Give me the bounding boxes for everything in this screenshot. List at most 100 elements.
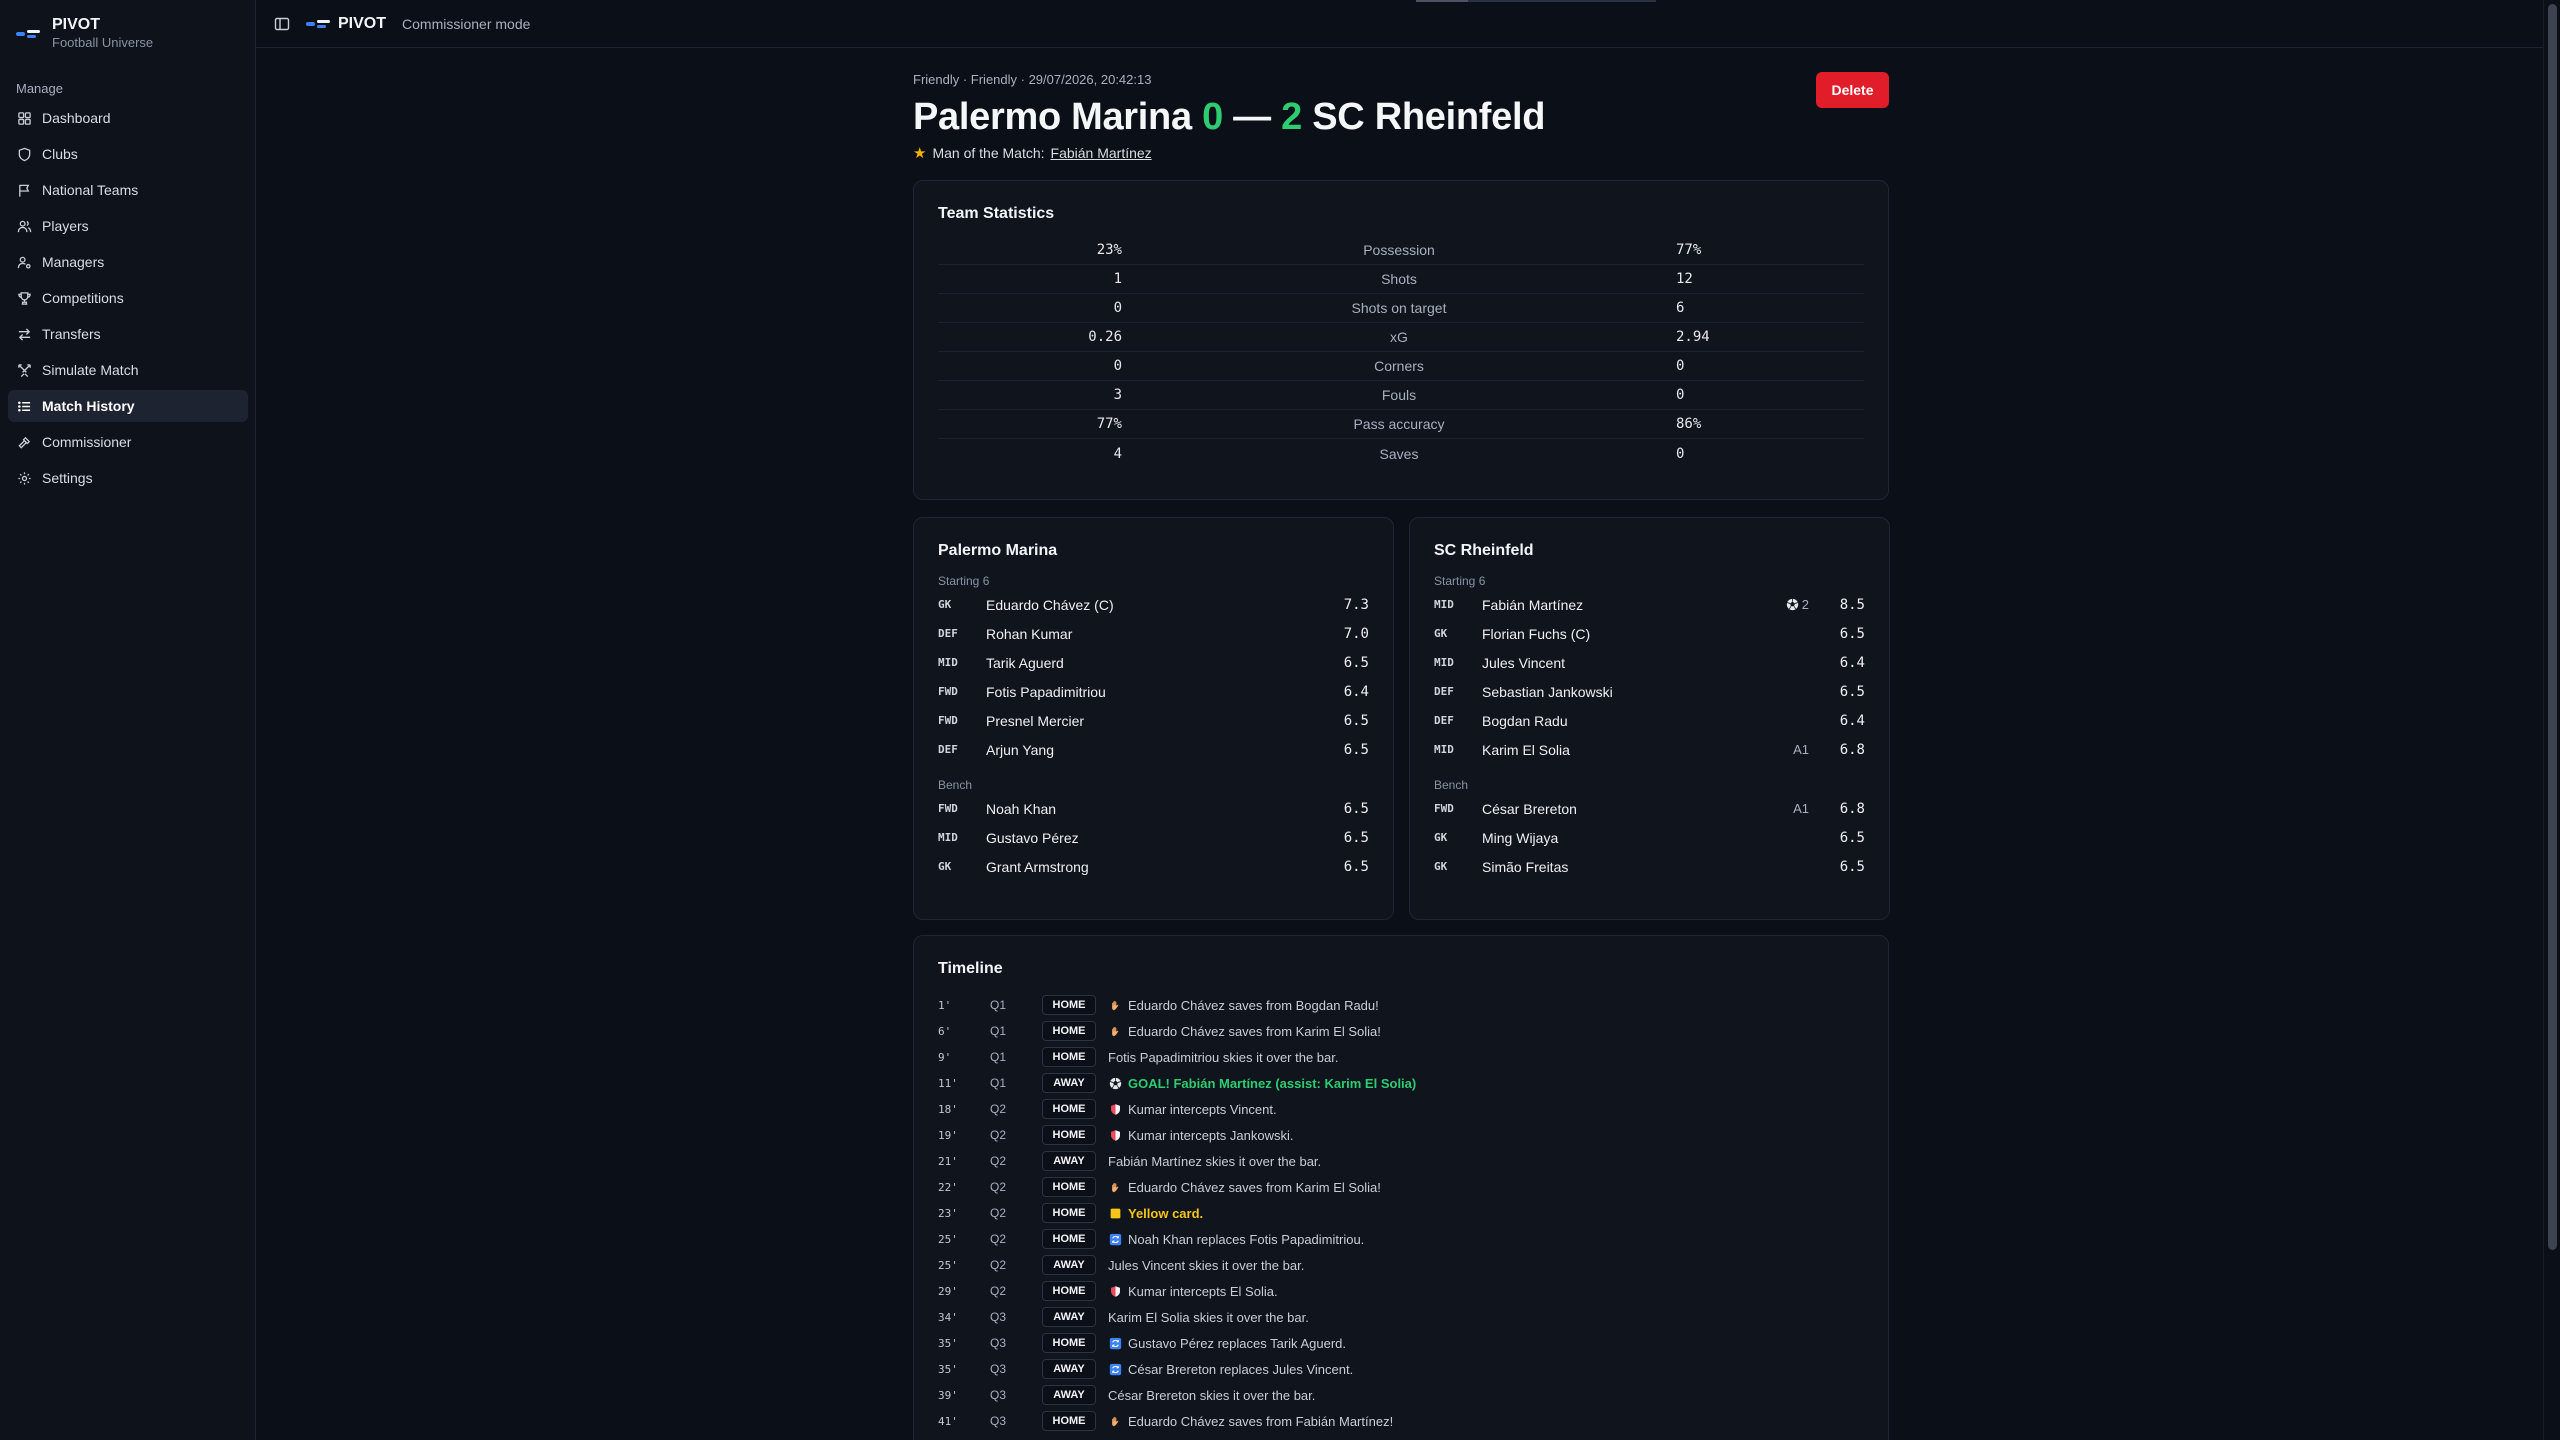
timeline-list: 1' Q1 HOME Eduardo Chávez saves from Bogdan… — [938, 992, 1864, 1434]
event-side-badge: HOME — [1042, 1177, 1096, 1197]
home-team-name: Palermo Marina — [913, 96, 1192, 138]
bench-label: Bench — [1434, 778, 1469, 792]
player-position: DEF — [938, 627, 958, 640]
player-rating: 6.4 — [1839, 712, 1865, 729]
player-position: MID — [938, 831, 958, 844]
motm-player-link[interactable]: Fabián Martínez — [1051, 145, 1152, 161]
scrollbar[interactable] — [2543, 0, 2560, 1440]
sidebar-item-match-history[interactable]: Match History — [8, 390, 248, 422]
home-lineup-title: Palermo Marina — [938, 542, 1058, 559]
player-position: MID — [938, 656, 958, 669]
ball-icon — [1108, 1076, 1122, 1090]
timeline-event: 22' Q2 HOME Eduardo Chávez saves from Karim… — [938, 1174, 1864, 1200]
player-row[interactable]: MID Tarik Aguerd 6.5 — [938, 648, 1369, 677]
scrollbar-thumb[interactable] — [2548, 4, 2557, 1250]
player-row[interactable]: FWD César Brereton A1 6.8 — [1434, 794, 1865, 823]
player-name: Ming Wijaya — [1482, 829, 1559, 846]
event-side-badge: AWAY — [1042, 1073, 1096, 1093]
topbar: PIVOT Commissioner mode — [256, 0, 2543, 48]
player-name: Florian Fuchs (C) — [1482, 625, 1591, 642]
sidebar-item-competitions[interactable]: Competitions — [8, 282, 248, 314]
event-description: Gustavo Pérez replaces Tarik Aguerd. — [1108, 1336, 1346, 1351]
event-minute: 41' — [938, 1414, 958, 1428]
sidebar-item-commissioner[interactable]: Commissioner — [8, 426, 248, 458]
player-name: Fotis Papadimitriou — [986, 683, 1106, 700]
player-row[interactable]: GK Grant Armstrong 6.5 — [938, 852, 1369, 881]
stat-away-value: 0 — [1676, 387, 1685, 403]
player-rating: 6.5 — [1343, 741, 1369, 758]
event-minute: 25' — [938, 1232, 958, 1246]
bench-label: Bench — [938, 778, 973, 792]
player-row[interactable]: GK Ming Wijaya 6.5 — [1434, 823, 1865, 852]
player-position: GK — [1434, 627, 1448, 640]
player-assists: A1 — [1793, 742, 1809, 757]
player-row[interactable]: MID Karim El Solia A1 6.8 — [1434, 735, 1865, 764]
event-text: Eduardo Chávez saves from Fabián Martíne… — [1128, 1413, 1394, 1429]
player-position: GK — [938, 598, 952, 611]
sidebar-item-national-teams[interactable]: National Teams — [8, 174, 248, 206]
event-minute: 21' — [938, 1154, 958, 1168]
sidebar-item-label: Competitions — [42, 290, 124, 306]
player-goal-count: 2 — [1801, 597, 1809, 612]
save-hand-icon — [1108, 1414, 1122, 1428]
event-side-badge: HOME — [1042, 1047, 1096, 1067]
player-row[interactable]: DEF Bogdan Radu 6.4 — [1434, 706, 1865, 735]
player-row[interactable]: GK Simão Freitas 6.5 — [1434, 852, 1865, 881]
sidebar-item-managers[interactable]: Managers — [8, 246, 248, 278]
player-row[interactable]: GK Eduardo Chávez (C) 7.3 — [938, 590, 1369, 619]
sidebar-toggle-icon[interactable] — [274, 16, 290, 32]
stat-label: Pass accuracy — [1353, 416, 1445, 432]
sidebar-item-clubs[interactable]: Clubs — [8, 138, 248, 170]
timeline-event: 25' Q2 HOME Noah Khan replaces Fotis Papadi… — [938, 1226, 1864, 1252]
event-description: Kumar intercepts Jankowski. — [1108, 1128, 1293, 1143]
event-minute: 25' — [938, 1258, 958, 1272]
star-icon: ★ — [913, 145, 927, 162]
player-rating: 6.5 — [1343, 829, 1369, 846]
topbar-brand[interactable]: PIVOT — [338, 15, 386, 33]
sidebar-item-label: Simulate Match — [42, 362, 139, 378]
stat-away-value: 0 — [1676, 358, 1685, 374]
away-score: 2 — [1281, 96, 1302, 138]
brand[interactable]: PIVOT Football Universe — [16, 16, 153, 51]
event-quarter: Q1 — [990, 998, 1007, 1012]
player-row[interactable]: FWD Fotis Papadimitriou 6.4 — [938, 677, 1369, 706]
stat-label: Saves — [1379, 445, 1419, 462]
sidebar-item-dashboard[interactable]: Dashboard — [8, 102, 248, 134]
sidebar-item-players[interactable]: Players — [8, 210, 248, 242]
player-position: GK — [1434, 831, 1448, 844]
player-position: MID — [1434, 743, 1454, 756]
event-text: Eduardo Chávez saves from Karim El Solia… — [1128, 1179, 1381, 1195]
player-row[interactable]: GK Florian Fuchs (C) 6.5 — [1434, 619, 1865, 648]
event-quarter: Q3 — [990, 1310, 1007, 1324]
sidebar-item-simulate-match[interactable]: Simulate Match — [8, 354, 248, 386]
player-row[interactable]: MID Gustavo Pérez 6.5 — [938, 823, 1369, 852]
delete-button[interactable]: Delete — [1816, 72, 1889, 108]
event-side-badge: HOME — [1042, 1125, 1096, 1145]
event-text: Kumar intercepts Vincent. — [1128, 1101, 1277, 1117]
event-text: César Brereton replaces Jules Vincent. — [1128, 1361, 1354, 1377]
player-name: Simão Freitas — [1482, 858, 1569, 875]
event-description: Eduardo Chávez saves from Bogdan Radu! — [1108, 998, 1379, 1013]
player-row[interactable]: FWD Presnel Mercier 6.5 — [938, 706, 1369, 735]
player-row[interactable]: DEF Rohan Kumar 7.0 — [938, 619, 1369, 648]
substitution-icon — [1108, 1362, 1122, 1376]
stat-home-value: 77% — [1096, 416, 1122, 432]
sidebar-item-transfers[interactable]: Transfers — [8, 318, 248, 350]
player-row[interactable]: DEF Arjun Yang 6.5 — [938, 735, 1369, 764]
player-row[interactable]: MID Jules Vincent 6.4 — [1434, 648, 1865, 677]
player-rating: 6.5 — [1839, 683, 1865, 700]
player-rating: 6.8 — [1839, 800, 1865, 817]
player-row[interactable]: FWD Noah Khan 6.5 — [938, 794, 1369, 823]
player-name: Gustavo Pérez — [986, 829, 1079, 846]
event-description: César Brereton skies it over the bar. — [1108, 1388, 1315, 1403]
player-row[interactable]: DEF Sebastian Jankowski 6.5 — [1434, 677, 1865, 706]
player-rating: 6.5 — [1343, 712, 1369, 729]
sidebar-item-settings[interactable]: Settings — [8, 462, 248, 494]
player-row[interactable]: MID Fabián Martínez 2 8.5 — [1434, 590, 1865, 619]
sidebar-item-label: Settings — [42, 470, 93, 486]
sidebar-item-label: Dashboard — [42, 110, 111, 126]
sidebar-item-label: Match History — [42, 398, 135, 414]
event-quarter: Q3 — [990, 1414, 1007, 1428]
event-quarter: Q3 — [990, 1336, 1007, 1350]
player-rating: 6.5 — [1839, 625, 1865, 642]
